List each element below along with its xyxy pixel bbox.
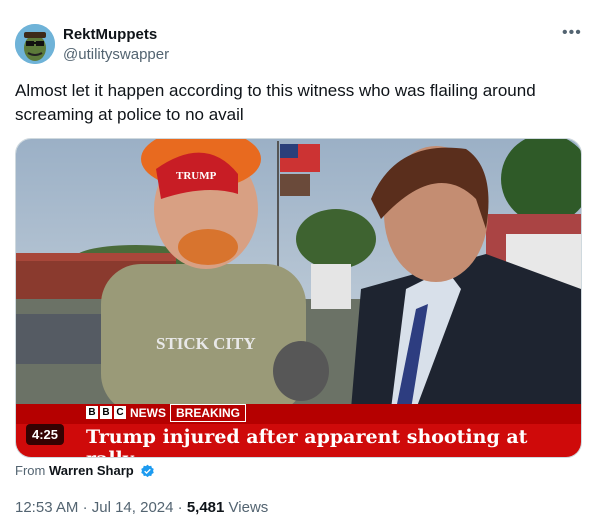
avatar-icon (15, 24, 55, 64)
source-attribution: From Warren Sharp (15, 463, 155, 479)
source-prefix: From (15, 463, 46, 478)
tweet-date[interactable]: Jul 14, 2024 (92, 499, 174, 516)
video-player[interactable]: TRUMP STICK CITY B B C NEWS BREAKING Tru… (15, 138, 582, 458)
hat-text: TRUMP (176, 170, 217, 182)
tweet-text: Almost let it happen according to this w… (15, 81, 536, 124)
separator: · (82, 499, 88, 516)
chyron-brand: NEWS (130, 405, 166, 420)
author-name[interactable]: RektMuppets (63, 26, 157, 43)
video-duration: 4:25 (26, 424, 65, 445)
separator: · (177, 499, 183, 516)
source-name[interactable]: Warren Sharp (49, 463, 134, 478)
views-label: Views (228, 499, 269, 516)
author-handle[interactable]: @utilityswapper (63, 46, 169, 63)
views-count: 5,481 (186, 499, 225, 516)
avatar[interactable] (15, 24, 55, 64)
verified-badge-icon (141, 464, 155, 478)
chyron-label: B B C NEWS BREAKING (86, 403, 247, 422)
more-icon[interactable]: ••• (562, 24, 582, 42)
bbc-logo-b1: B (86, 406, 98, 419)
chyron-headline: Trump injured after apparent shooting at… (86, 426, 528, 457)
bbc-logo-b2: B (100, 406, 112, 419)
breaking-tag: BREAKING (170, 403, 247, 422)
shirt-text: STICK CITY (156, 334, 256, 353)
tweet-meta: 12:53 AM · Jul 14, 2024 · 5,481 Views (15, 499, 268, 516)
tweet-time[interactable]: 12:53 AM (15, 499, 78, 516)
bbc-logo-c: C (114, 406, 126, 419)
